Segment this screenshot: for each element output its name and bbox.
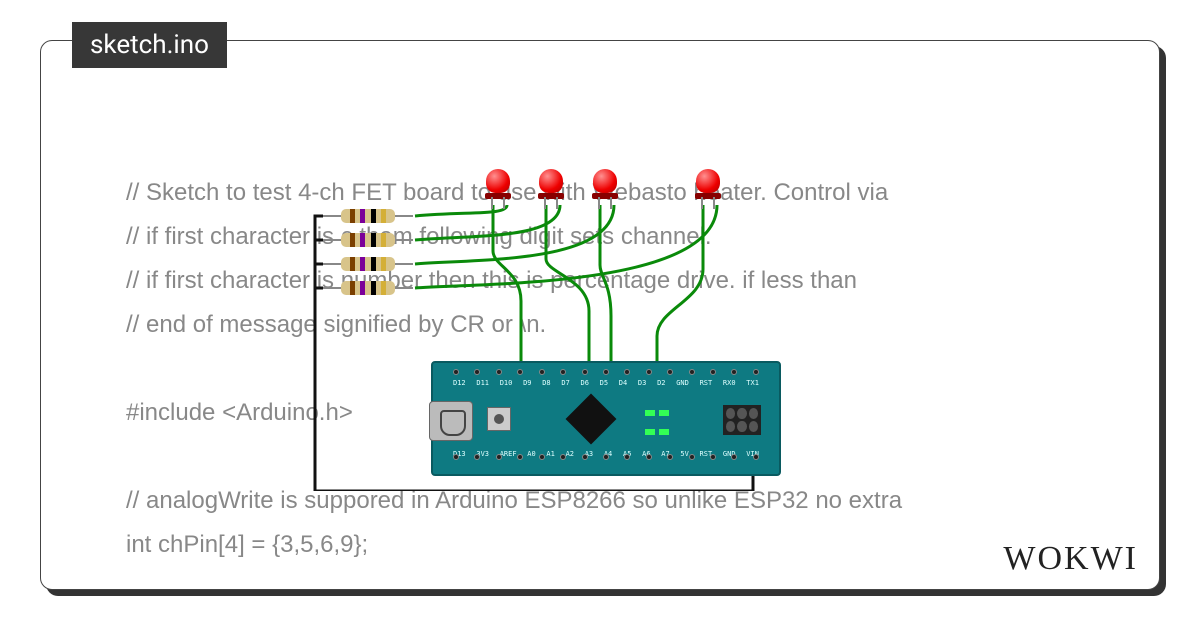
resistor-2[interactable] (323, 233, 413, 247)
wire-led4-res4 (415, 205, 717, 288)
resistor-1[interactable] (323, 209, 413, 223)
led-bulb-icon (486, 169, 510, 193)
led-bulb-icon (696, 169, 720, 193)
icsp-header (723, 405, 761, 435)
circuit-diagram[interactable]: D12D11D10D9D8D7D6D5D4D3D2GNDRSTRX0TX1 D1… (301, 161, 861, 491)
arduino-nano-board[interactable]: D12D11D10D9D8D7D6D5D4D3D2GNDRSTRX0TX1 D1… (431, 361, 781, 476)
pin-labels-top: D12D11D10D9D8D7D6D5D4D3D2GNDRSTRX0TX1 (453, 379, 759, 387)
resistor-body-icon (341, 209, 395, 223)
resistor-body-icon (341, 233, 395, 247)
mcu-chip-icon (566, 394, 617, 445)
resistor-3[interactable] (323, 257, 413, 271)
usb-port-icon (429, 401, 473, 441)
wire-led1-res1 (415, 205, 507, 216)
led-2[interactable] (539, 169, 563, 199)
wokwi-logo: WOKWI (1003, 540, 1138, 578)
file-tab-label: sketch.ino (90, 30, 209, 60)
led-bulb-icon (539, 169, 563, 193)
wire-led2-res2 (415, 205, 560, 240)
led-3[interactable] (593, 169, 617, 199)
led-bulb-icon (593, 169, 617, 193)
wire-led1-d9 (493, 205, 521, 365)
pin-row-bottom (453, 452, 759, 470)
board-leds (643, 403, 693, 438)
reset-button[interactable] (487, 407, 511, 431)
code-line: int chPin[4] = {3,5,6,9}; (126, 523, 1119, 567)
file-tab[interactable]: sketch.ino (72, 22, 227, 68)
resistor-body-icon (341, 257, 395, 271)
wire-led3-d5 (600, 205, 611, 365)
wire-led3-res3 (415, 205, 614, 264)
wire-led4-d3 (657, 205, 703, 365)
led-1[interactable] (486, 169, 510, 199)
preview-card: // Sketch to test 4-ch FET board to use … (40, 40, 1160, 590)
resistor-4[interactable] (323, 281, 413, 295)
wire-led2-d6 (546, 205, 589, 365)
led-4[interactable] (696, 169, 720, 199)
resistor-body-icon (341, 281, 395, 295)
